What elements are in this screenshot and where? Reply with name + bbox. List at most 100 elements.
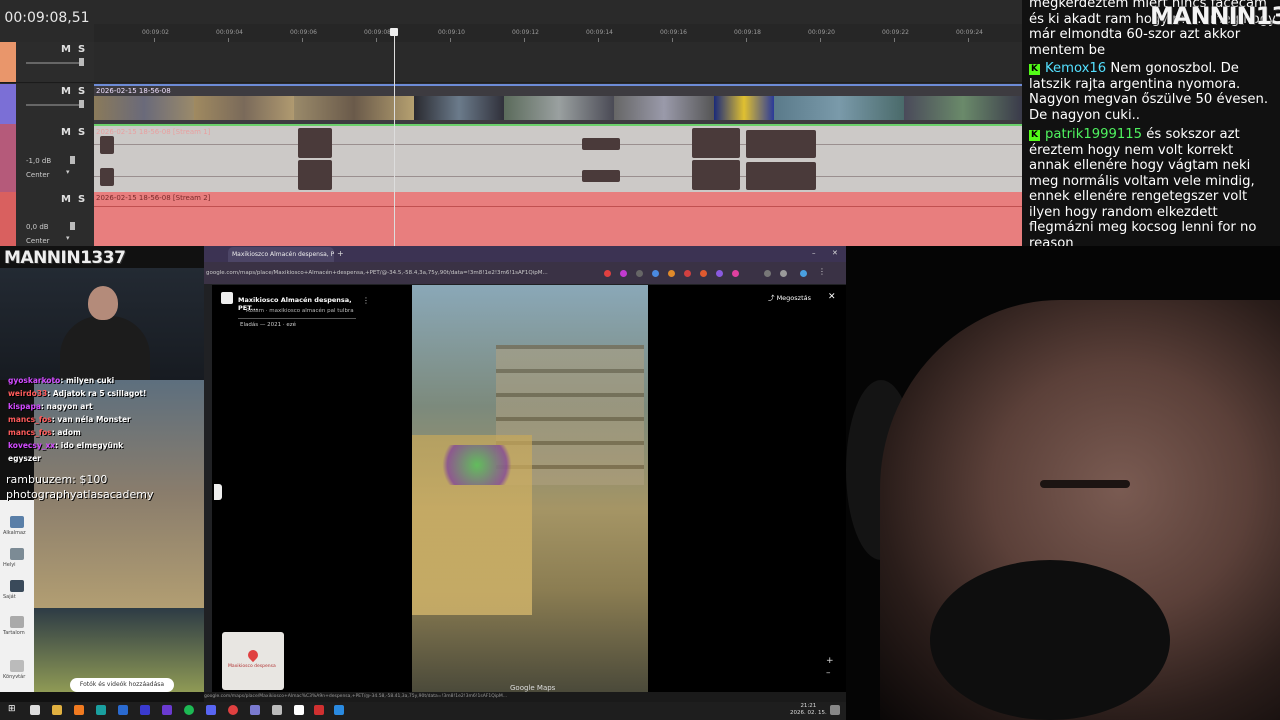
volume-slider-knob[interactable] xyxy=(79,58,84,66)
extension-icon[interactable] xyxy=(652,270,659,277)
status-url-strip: google.com/maps/place/Maxikiosco+Almac%C… xyxy=(204,692,846,702)
volume-slider[interactable] xyxy=(26,62,84,64)
audio-clip-stream-2[interactable]: 2026-02-15 18-56-08 [Stream 2] xyxy=(94,192,1022,246)
gain-slider-knob[interactable] xyxy=(70,156,75,164)
ruler-tick-label: 00:09:24 xyxy=(956,29,983,36)
content-icon[interactable] xyxy=(10,616,24,628)
volume-slider-knob[interactable] xyxy=(79,100,84,108)
map-pin-label: Maxikiosco despensa xyxy=(228,664,276,669)
pan-dropdown-icon[interactable]: ▾ xyxy=(66,168,70,176)
pan-value[interactable]: Center xyxy=(26,171,50,179)
mute-button[interactable]: M xyxy=(61,127,71,138)
browser-tab[interactable]: Maxikioszco Almacén despensa, PET... xyxy=(228,247,334,262)
sidebar-label[interactable]: Helyi xyxy=(3,562,16,568)
discord-icon[interactable] xyxy=(206,705,216,715)
ruler-tick-label: 00:09:12 xyxy=(512,29,539,36)
solo-button[interactable]: S xyxy=(78,127,85,138)
more-options-icon[interactable]: ⋮ xyxy=(362,296,370,305)
playhead-handle[interactable] xyxy=(390,28,398,36)
solo-button[interactable]: S xyxy=(78,86,85,97)
extension-icon[interactable] xyxy=(764,270,771,277)
sidebar-label[interactable]: Saját xyxy=(3,594,16,600)
folder-icon[interactable] xyxy=(10,516,24,528)
pan-dropdown-icon[interactable]: ▾ xyxy=(66,234,70,242)
extension-icon[interactable] xyxy=(716,270,723,277)
timeline-lane-empty[interactable] xyxy=(94,42,1022,83)
solo-button[interactable]: S xyxy=(78,194,85,205)
microphone-pop-filter xyxy=(930,560,1170,720)
pan-value[interactable]: Center xyxy=(26,237,50,245)
waveform-baseline xyxy=(94,144,1022,145)
url-field[interactable]: google.com/maps/place/Maxikiosco+Almacén… xyxy=(206,267,562,279)
menu-icon[interactable]: ⋮ xyxy=(818,267,826,276)
solo-button[interactable]: S xyxy=(78,44,85,55)
extension-icon[interactable] xyxy=(620,270,627,277)
small-webcam xyxy=(0,268,212,380)
extension-icon[interactable] xyxy=(636,270,643,277)
firefox-icon[interactable] xyxy=(74,705,84,715)
start-icon[interactable]: ⊞ xyxy=(8,704,16,714)
library-icon[interactable] xyxy=(10,660,24,672)
eye-shadow xyxy=(1040,480,1130,488)
vscode-icon[interactable] xyxy=(140,705,150,715)
add-photos-button[interactable]: Fotók és videók hozzáadása xyxy=(70,678,174,692)
clip-thumbnail xyxy=(614,96,714,120)
app-icon-2[interactable] xyxy=(162,705,172,715)
app-icon-5[interactable] xyxy=(294,705,304,715)
waveform-segment xyxy=(298,128,332,158)
mini-map[interactable]: Maxikiosco despensa xyxy=(222,632,284,690)
mute-button[interactable]: M xyxy=(61,44,71,55)
extension-icon[interactable] xyxy=(700,270,707,277)
back-icon[interactable] xyxy=(221,292,233,304)
close-photo-button[interactable]: ✕ xyxy=(828,292,836,302)
zoom-in-icon[interactable]: + xyxy=(826,656,834,666)
app-icon-6[interactable] xyxy=(334,705,344,715)
sidebar-label[interactable]: Könyvtár xyxy=(3,674,25,680)
obs-icon[interactable] xyxy=(314,705,324,715)
timeline-ruler[interactable]: 00:09:02 00:09:04 00:09:06 00:09:08 00:09:10… xyxy=(94,24,1022,43)
gain-value[interactable]: 0,0 dB xyxy=(26,223,49,231)
audio-clip-stream-1[interactable]: 2026-02-15 18-56-08 [Stream 1] xyxy=(94,124,1022,194)
sidebar-label[interactable]: Tartalom xyxy=(3,630,25,636)
gain-value[interactable]: -1,0 dB xyxy=(26,157,51,165)
volume-slider[interactable] xyxy=(26,104,84,106)
app-icon[interactable] xyxy=(96,705,106,715)
playhead[interactable] xyxy=(394,28,395,246)
profile-icon[interactable] xyxy=(800,270,807,277)
collapse-panel-handle[interactable] xyxy=(214,484,222,500)
video-clip[interactable]: 2026-02-15 18-56-08 xyxy=(94,84,1022,126)
clock-date: 2026. 02. 15. xyxy=(790,710,827,716)
mute-button[interactable]: M xyxy=(61,194,71,205)
extension-icon[interactable] xyxy=(732,270,739,277)
ruler-tick-label: 00:09:22 xyxy=(882,29,909,36)
app-icon-4[interactable] xyxy=(272,705,282,715)
window-close-icon[interactable]: ✕ xyxy=(832,249,838,257)
gain-slider-knob[interactable] xyxy=(70,222,75,230)
zoom-out-icon[interactable]: – xyxy=(826,668,831,678)
vegas-icon[interactable] xyxy=(118,705,128,715)
extension-icon[interactable] xyxy=(780,270,787,277)
extension-icon[interactable] xyxy=(684,270,691,277)
ruler-tick-label: 00:09:04 xyxy=(216,29,243,36)
sidebar-label[interactable]: Alkalmaz xyxy=(3,530,26,536)
mute-button[interactable]: M xyxy=(61,86,71,97)
notification-icon[interactable] xyxy=(830,705,840,715)
new-tab-icon[interactable]: + xyxy=(337,249,344,258)
system-clock[interactable]: 21:21 2026. 02. 15. xyxy=(790,703,827,717)
divider xyxy=(238,318,356,319)
file-explorer-icon[interactable] xyxy=(52,705,62,715)
pc-icon[interactable] xyxy=(10,580,24,592)
share-icon: ⤴ xyxy=(768,294,777,302)
share-button[interactable]: ⤴ Megosztás xyxy=(768,292,811,302)
minimize-icon[interactable]: – xyxy=(812,249,816,257)
store-street-photo[interactable] xyxy=(412,285,648,692)
timecode-display: 00:09:08,51 xyxy=(4,10,90,26)
search-icon[interactable] xyxy=(30,705,40,715)
extension-icon[interactable] xyxy=(668,270,675,277)
spotify-icon[interactable] xyxy=(184,705,194,715)
app-icon-3[interactable] xyxy=(250,705,260,715)
drive-icon[interactable] xyxy=(10,548,24,560)
extension-icon[interactable] xyxy=(604,270,611,277)
chrome-icon[interactable] xyxy=(228,705,238,715)
streamer-body xyxy=(60,316,150,380)
